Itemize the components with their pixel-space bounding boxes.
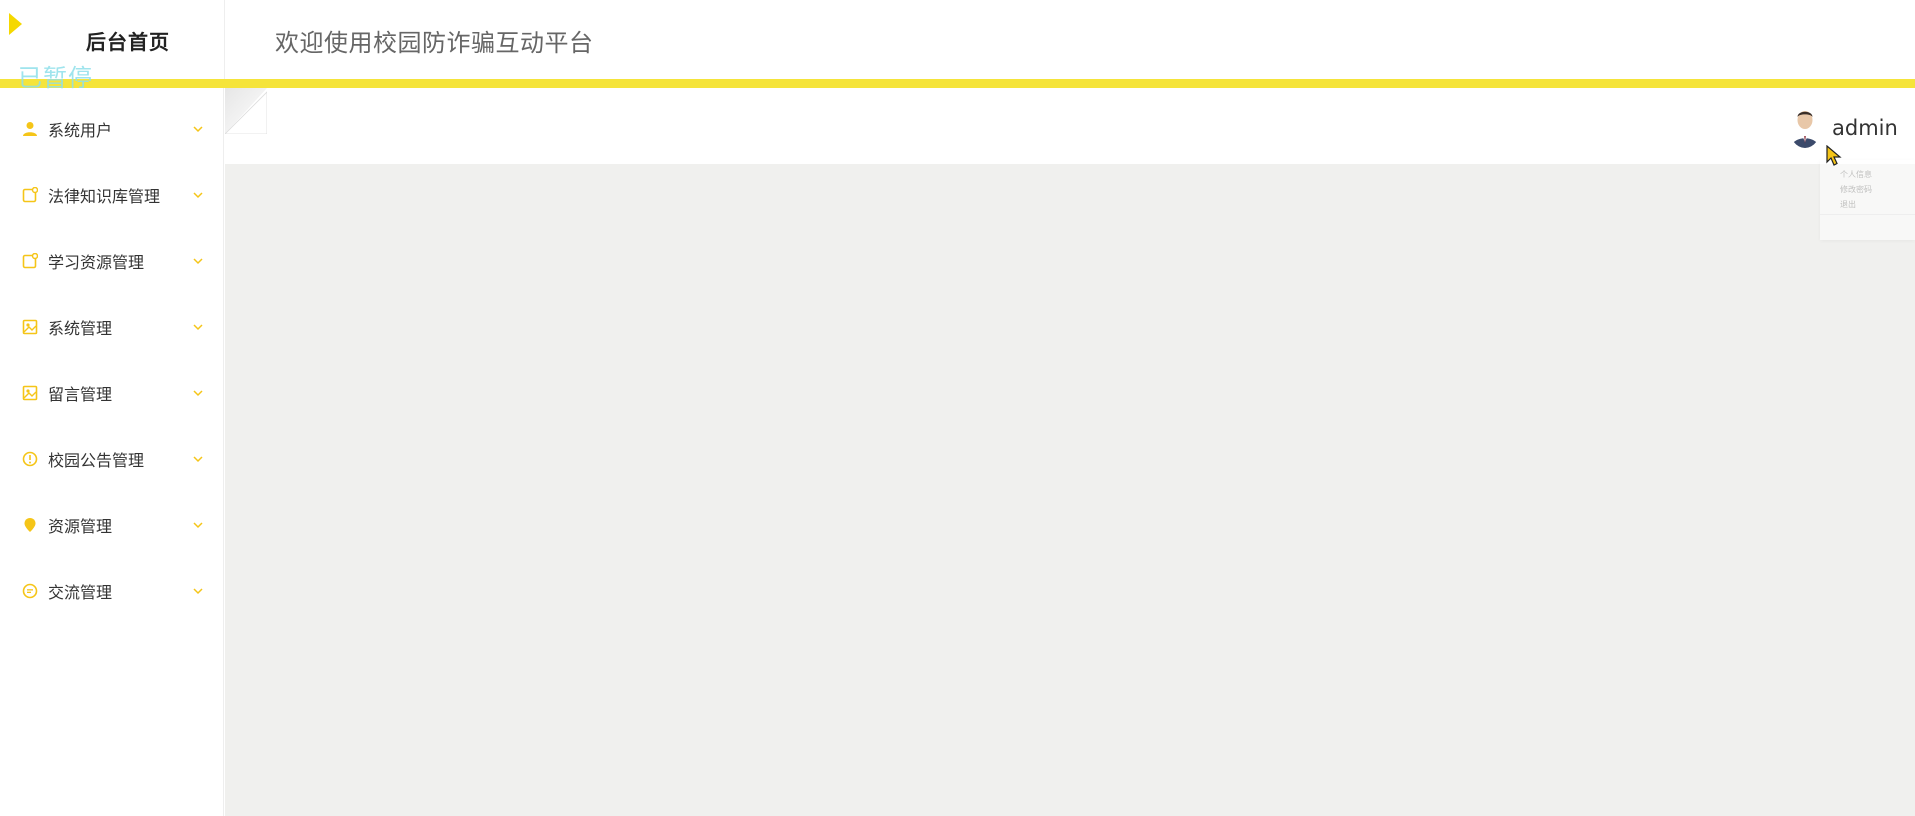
sidebar-item-label: 校园公告管理: [48, 451, 145, 470]
dropdown-item-logout[interactable]: 退出: [1840, 199, 1856, 210]
sidebar-item-label: 资源管理: [48, 517, 113, 536]
content-header: [225, 88, 1915, 164]
sidebar-item-label: 留言管理: [48, 385, 113, 404]
sidebar-item-campus-notice[interactable]: 校园公告管理: [0, 439, 224, 479]
play-icon[interactable]: [9, 13, 22, 35]
chevron-down-icon[interactable]: [191, 454, 205, 464]
sidebar-item-label: 系统管理: [48, 319, 113, 338]
sidebar-item-system-management[interactable]: 系统管理: [0, 307, 224, 347]
welcome-title: 欢迎使用校园防诈骗互动平台: [275, 29, 594, 57]
alert-circle-icon: [22, 451, 38, 467]
sidebar-item-resource-management[interactable]: 资源管理: [0, 505, 224, 545]
chevron-down-icon[interactable]: [191, 124, 205, 134]
sidebar-item-label: 系统用户: [48, 121, 113, 140]
brand-title[interactable]: 后台首页: [86, 26, 170, 55]
sidebar-item-communication-management[interactable]: 交流管理: [0, 571, 224, 611]
user-dropdown-menu: 个人信息 修改密码 退出: [1820, 160, 1915, 240]
sidebar-item-label: 学习资源管理: [48, 253, 145, 272]
sidebar-item-message-management[interactable]: 留言管理: [0, 373, 224, 413]
chat-bubble-icon: [22, 583, 38, 599]
chevron-down-icon[interactable]: [191, 256, 205, 266]
user-icon: [23, 122, 37, 136]
dropdown-divider: [1820, 214, 1915, 215]
chevron-down-icon[interactable]: [191, 322, 205, 332]
picture-icon: [22, 319, 38, 335]
edit-square-icon: [22, 187, 38, 203]
collapse-toggle-icon[interactable]: [225, 88, 267, 134]
sidebar-item-label: 法律知识库管理: [48, 187, 161, 206]
top-header: 后台首页 欢迎使用校园防诈骗互动平台: [0, 0, 1915, 80]
chevron-down-icon[interactable]: [191, 388, 205, 398]
sidebar-item-law-knowledge[interactable]: 法律知识库管理: [0, 175, 224, 215]
sidebar-item-system-users[interactable]: 系统用户: [0, 109, 224, 149]
main-content: [225, 164, 1915, 816]
picture-icon: [22, 385, 38, 401]
sidebar-item-learning-resources[interactable]: 学习资源管理: [0, 241, 224, 281]
chevron-down-icon[interactable]: [191, 520, 205, 530]
paused-overlay: 已暂停: [18, 64, 93, 92]
location-pin-icon: [24, 518, 36, 532]
accent-bar: [0, 79, 1915, 88]
chevron-down-icon[interactable]: [191, 586, 205, 596]
edit-square-icon: [22, 253, 38, 269]
dropdown-item-profile[interactable]: 个人信息: [1840, 169, 1872, 180]
sidebar-item-label: 交流管理: [48, 583, 113, 602]
avatar[interactable]: [1789, 106, 1821, 148]
header-divider: [224, 0, 225, 80]
dropdown-item-change-password[interactable]: 修改密码: [1840, 184, 1872, 195]
mouse-cursor-icon: [1826, 145, 1842, 166]
username[interactable]: admin: [1832, 116, 1898, 140]
chevron-down-icon[interactable]: [191, 190, 205, 200]
sidebar: 系统用户 法律知识库管理 学习资源管理 系统管理 留言管理 校园公告管理 资源管…: [0, 88, 224, 816]
